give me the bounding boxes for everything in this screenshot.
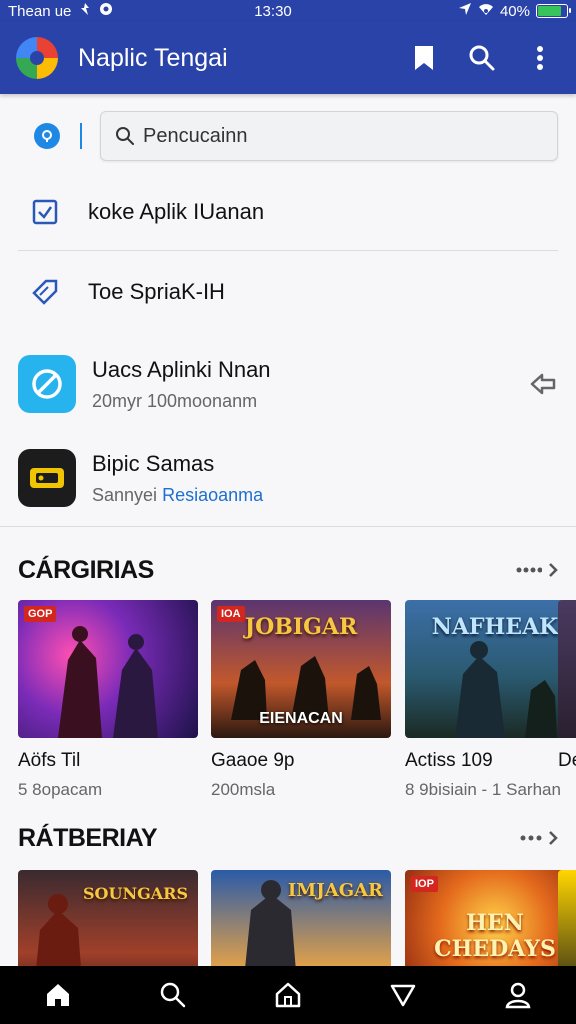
- carrier-label: Thean ue: [8, 2, 72, 20]
- app-bar: Naplic Tengai: [0, 22, 576, 94]
- status-time: 13:30: [254, 2, 292, 20]
- wifi-icon: [478, 2, 494, 20]
- search-icon: [469, 45, 495, 71]
- nav-filter[interactable]: [383, 975, 423, 1015]
- card-title: Gaaoe 9p: [211, 750, 295, 771]
- game-card[interactable]: IMJAGAR: [211, 870, 391, 966]
- game-subtitle-overlay: EIENACAN: [259, 710, 343, 727]
- game-card[interactable]: IOP HEN CHEDAYS: [405, 870, 576, 966]
- battery-percent: 40%: [499, 2, 530, 20]
- game-thumbnail: SOUNGARS: [18, 870, 198, 966]
- divider: [18, 250, 558, 251]
- card-subtitle: 200msla: [211, 780, 276, 799]
- nav-house[interactable]: [268, 975, 308, 1015]
- bottom-navigation: [0, 966, 576, 1024]
- card-carousel: SOUNGARS IMJAGAR IOP HEN CHEDAYS: [18, 870, 576, 966]
- section-header: CÁRGIRIAS: [18, 552, 558, 588]
- app-title: Naplic Tengai: [78, 43, 228, 72]
- section-title: RÁTBERIAY: [18, 823, 158, 852]
- card-title: Actiss 109: [405, 750, 493, 771]
- battery-icon: [536, 4, 571, 18]
- game-thumbnail: [558, 600, 576, 738]
- home-icon: [46, 984, 69, 1006]
- search-placeholder: Pencucainn: [143, 124, 248, 147]
- search-icon: [116, 127, 134, 145]
- games-app-icon: [18, 449, 76, 507]
- game-logo-text: HEN CHEDAYS: [434, 910, 556, 962]
- menu-item-sprink[interactable]: Toe SpriaK-IH: [0, 252, 576, 332]
- menu-item-label: koke Aplik IUanan: [88, 199, 265, 224]
- chevron-right-icon: [549, 831, 558, 845]
- game-card[interactable]: NAFHEAK Actiss 109 8 9bisiain - 1 Sarhan: [405, 600, 576, 800]
- filter-icon: [390, 984, 416, 1007]
- card-title: De: [558, 750, 576, 771]
- game-card[interactable]: De: [558, 600, 576, 772]
- profile-icon: [505, 982, 531, 1009]
- more-horiz-icon: [520, 835, 542, 841]
- section-title: CÁRGIRIAS: [18, 555, 154, 584]
- app-title: Bipic Samas: [92, 450, 215, 476]
- app-logo[interactable]: [16, 37, 58, 79]
- more-horiz-icon: [516, 567, 542, 573]
- game-thumbnail: IMJAGAR: [211, 870, 391, 966]
- bookmark-button[interactable]: [404, 38, 444, 78]
- checkbox-icon: [30, 197, 60, 227]
- assistant-icon[interactable]: [34, 123, 60, 149]
- nav-home[interactable]: [38, 975, 78, 1015]
- app-title: Uacs Aplinki Nnan: [92, 356, 271, 382]
- search-input[interactable]: Pencucainn: [100, 111, 558, 161]
- bookmark-icon: [415, 46, 433, 70]
- game-thumbnail: IOP HEN CHEDAYS: [405, 870, 576, 966]
- location-icon: [458, 2, 472, 20]
- card-subtitle: 8 9bisiain - 1 Sarhan: [405, 780, 561, 799]
- game-thumbnail: [558, 870, 576, 966]
- share-arrow-icon: [530, 373, 556, 395]
- share-button[interactable]: [528, 369, 558, 399]
- game-card[interactable]: [558, 870, 576, 966]
- data-icon: [79, 2, 91, 20]
- chevron-right-icon: [549, 563, 558, 577]
- app-subtitle: Sannyei: [92, 484, 158, 505]
- app-subtitle: 20myr 100moonanm: [92, 390, 258, 411]
- card-subtitle: 5 8opacam: [18, 780, 103, 799]
- house-icon: [275, 982, 301, 1008]
- card-title: Aöfs Til: [18, 750, 81, 771]
- link-app-icon: [18, 355, 76, 413]
- more-vert-icon: [537, 46, 543, 70]
- nav-profile[interactable]: [498, 975, 538, 1015]
- game-card[interactable]: GOP Aöfs Til 5 8opacam: [18, 600, 198, 800]
- menu-item-label: Toe SpriaK-IH: [88, 279, 225, 304]
- more-button[interactable]: [516, 562, 558, 578]
- divider: [0, 526, 576, 527]
- game-thumbnail: NAFHEAK: [405, 600, 576, 738]
- app-subtitle-link[interactable]: Resiaoanma: [162, 485, 263, 505]
- game-card[interactable]: SOUNGARS: [18, 870, 198, 966]
- search-row: Pencucainn: [18, 108, 558, 164]
- search-button[interactable]: [462, 38, 502, 78]
- game-card[interactable]: IOA JOBIGAR EIENACAN Gaaoe 9p 200msla: [211, 600, 391, 800]
- more-options-button[interactable]: [520, 38, 560, 78]
- section-header: RÁTBERIAY: [18, 820, 558, 856]
- card-carousel: GOP Aöfs Til 5 8opacam IOA JOBIGAR EIENA…: [18, 600, 576, 810]
- game-thumbnail: IOA JOBIGAR EIENACAN: [211, 600, 391, 738]
- search-icon: [160, 982, 186, 1008]
- list-item[interactable]: Uacs Aplinki Nnan 20myr 100moonanm: [18, 349, 558, 419]
- nav-search[interactable]: [153, 975, 193, 1015]
- menu-item-installed[interactable]: koke Aplik IUanan: [0, 172, 576, 252]
- game-thumbnail: GOP: [18, 600, 198, 738]
- list-item[interactable]: Bipic Samas Sannyei Resiaoanma: [18, 443, 558, 513]
- status-bar: Thean ue 13:30 40%: [0, 0, 576, 22]
- notification-icon: [99, 2, 113, 20]
- tag-icon: [30, 277, 60, 307]
- divider: [80, 123, 82, 149]
- more-button[interactable]: [520, 830, 558, 846]
- badge: IOP: [411, 876, 438, 892]
